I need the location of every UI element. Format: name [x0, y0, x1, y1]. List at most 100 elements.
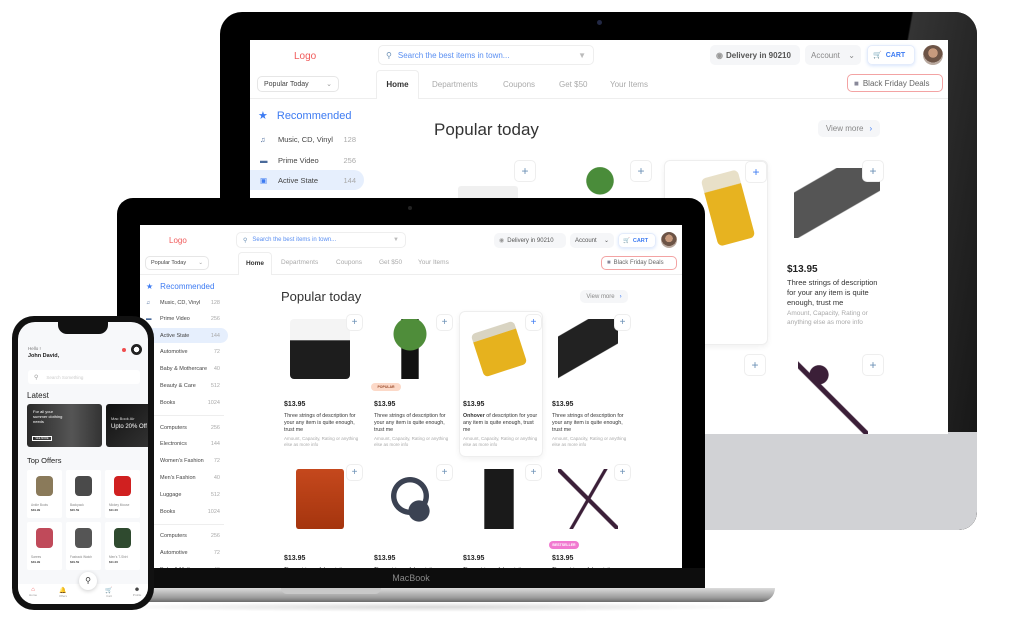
sidebar-item-active-state[interactable]: ▣ Active State 144 [250, 170, 364, 190]
offer-card[interactable]: Fastrack Watch $29.59 [66, 522, 101, 570]
add-button[interactable]: + [862, 160, 884, 182]
search-placeholder: Search Something [46, 374, 84, 380]
section-title: Popular today [281, 289, 362, 304]
popular-dropdown[interactable]: Popular Today ⌄ [145, 256, 209, 270]
search-icon: ⚲ [243, 237, 248, 244]
add-to-cart-button[interactable]: + [525, 464, 542, 481]
add-button[interactable]: + [745, 161, 767, 183]
laptop-image [558, 319, 618, 379]
brushes-image[interactable] [798, 360, 868, 434]
logo[interactable]: Logo [169, 236, 187, 245]
add-to-cart-button[interactable]: + [436, 314, 453, 331]
add-to-cart-button[interactable]: + [614, 464, 631, 481]
sidebar-recommended[interactable]: ★ Recommended [258, 109, 351, 123]
view-more-button[interactable]: View more › [818, 120, 880, 137]
add-button[interactable]: + [630, 160, 652, 182]
tab-home[interactable]: Home [376, 70, 419, 99]
bestseller-badge: BESTSELLER [549, 541, 579, 549]
item-label: Women's Fashion [160, 458, 204, 465]
user-avatar[interactable] [923, 45, 943, 65]
phone-avatar[interactable] [131, 344, 142, 355]
offer-name: Mickey Mouse [109, 503, 130, 507]
phone-search-input[interactable]: ⚲ Search Something [28, 370, 140, 384]
nav-offers[interactable]: 🔔 Offers [54, 587, 72, 598]
add-to-cart-button[interactable]: + [346, 314, 363, 331]
black-friday-button[interactable]: ■ Black Friday Deals [601, 256, 677, 270]
tab-your-items[interactable]: Your Items [418, 259, 449, 266]
item-label: Active State [160, 332, 190, 339]
add-to-cart-button[interactable]: + [525, 314, 542, 331]
add-to-cart-button[interactable]: + [614, 314, 631, 331]
product-meta: Amount, Capacity, Rating or anything els… [787, 310, 868, 326]
nav-home[interactable]: ⌂ Home [24, 587, 42, 597]
delivery-location[interactable]: ◉ Delivery in 90210 [710, 45, 800, 65]
view-more-label: View more [825, 124, 864, 133]
tab-your-items[interactable]: Your Items [610, 80, 648, 89]
tab-get-50[interactable]: Get $50 [379, 259, 402, 266]
star-icon: ★ [146, 282, 154, 291]
nav-cart[interactable]: 🛒 Cart [100, 587, 118, 598]
search-fab[interactable]: ⚲ [79, 572, 97, 590]
cart-icon: 🛒 [873, 52, 882, 59]
tab-departments[interactable]: Departments [281, 259, 318, 266]
logo[interactable]: Logo [294, 51, 316, 62]
tab-coupons[interactable]: Coupons [503, 80, 535, 89]
tab-departments[interactable]: Departments [432, 80, 478, 89]
tab-get-50[interactable]: Get $50 [559, 80, 587, 89]
item-label: Men's Fashion [160, 474, 196, 481]
popular-dropdown[interactable]: Popular Today ⌄ [257, 76, 339, 92]
sidebar-recommended[interactable]: ★ Recommended [146, 282, 214, 291]
item-count: 256 [210, 533, 220, 540]
banner-summer[interactable]: For all your summer clothing needs SEE M… [27, 404, 102, 447]
cart-icon: 🛒 [623, 237, 630, 244]
view-more-label: View more [586, 293, 615, 300]
sidebar-item-music[interactable]: ♫ Music, CD, Vinyl 128 [250, 129, 364, 149]
add-to-cart-button[interactable]: + [346, 464, 363, 481]
offer-card[interactable]: Men's T-Shirt $11.00 [105, 522, 140, 570]
tab-home[interactable]: Home [238, 252, 272, 275]
macbook-base [85, 588, 775, 602]
sidebar-item[interactable]: ♫ Music, CD, Vinyl 128 [140, 295, 228, 310]
account-label: Account [575, 237, 597, 244]
delivery-location[interactable]: ◉ Delivery in 90210 [494, 233, 566, 248]
header-divider [250, 98, 948, 99]
offer-card[interactable]: Sarees $49.99 [27, 522, 62, 570]
offer-name: Men's T-Shirt [109, 555, 128, 559]
latest-heading: Latest [27, 391, 49, 400]
user-avatar[interactable] [661, 232, 677, 248]
banner-macbook[interactable]: Mac Book Air Upto 20% Off [106, 404, 148, 447]
add-button[interactable]: + [514, 160, 536, 182]
chevron-down-icon: ⌄ [198, 260, 203, 266]
item-label: Prime Video [160, 316, 190, 323]
cart-button[interactable]: 🛒 CART [867, 45, 915, 65]
offer-image [36, 528, 53, 548]
account-dropdown[interactable]: Account ⌄ [570, 233, 614, 248]
offer-name: Backpack [70, 503, 84, 507]
offer-card[interactable]: Backpack $20.59 [66, 470, 101, 518]
account-dropdown[interactable]: Account ⌄ [805, 45, 861, 65]
sidebar-item-prime-video[interactable]: ▬ Prime Video 256 [250, 150, 364, 170]
offer-card[interactable]: Ankle Boots $49.99 [27, 470, 62, 518]
search-input[interactable]: ⚲ Search the best items in town... ▼ [236, 232, 406, 248]
filter-icon[interactable]: ▼ [578, 51, 586, 60]
item-count: 256 [210, 424, 220, 431]
tab-coupons[interactable]: Coupons [336, 259, 362, 266]
product-price: $13.95 [787, 264, 818, 275]
filter-icon[interactable]: ▼ [393, 237, 399, 243]
sidebar-item[interactable]: ▬ Prime Video 256 [140, 312, 228, 327]
nav-profile[interactable]: ☻ Profile [128, 587, 146, 597]
see-more-button[interactable]: SEE MORE [32, 436, 52, 441]
cart-button[interactable]: 🛒 CART [618, 233, 656, 248]
add-button[interactable]: + [744, 354, 766, 376]
sidebar-divider [144, 523, 224, 525]
offer-card[interactable]: Mickey Mouse $11.00 [105, 470, 140, 518]
camera-image [469, 469, 529, 529]
video-icon: ▬ [260, 155, 268, 165]
product-meta: Amount, Capacity, Rating or anything els… [374, 436, 449, 448]
search-input[interactable]: ⚲ Search the best items in town... ▼ [378, 45, 594, 65]
notification-icon[interactable] [122, 348, 126, 352]
black-friday-button[interactable]: ■ Black Friday Deals [847, 74, 943, 92]
add-to-cart-button[interactable]: + [436, 464, 453, 481]
view-more-button[interactable]: View more › [580, 290, 628, 303]
item-label: Computers [160, 424, 187, 431]
